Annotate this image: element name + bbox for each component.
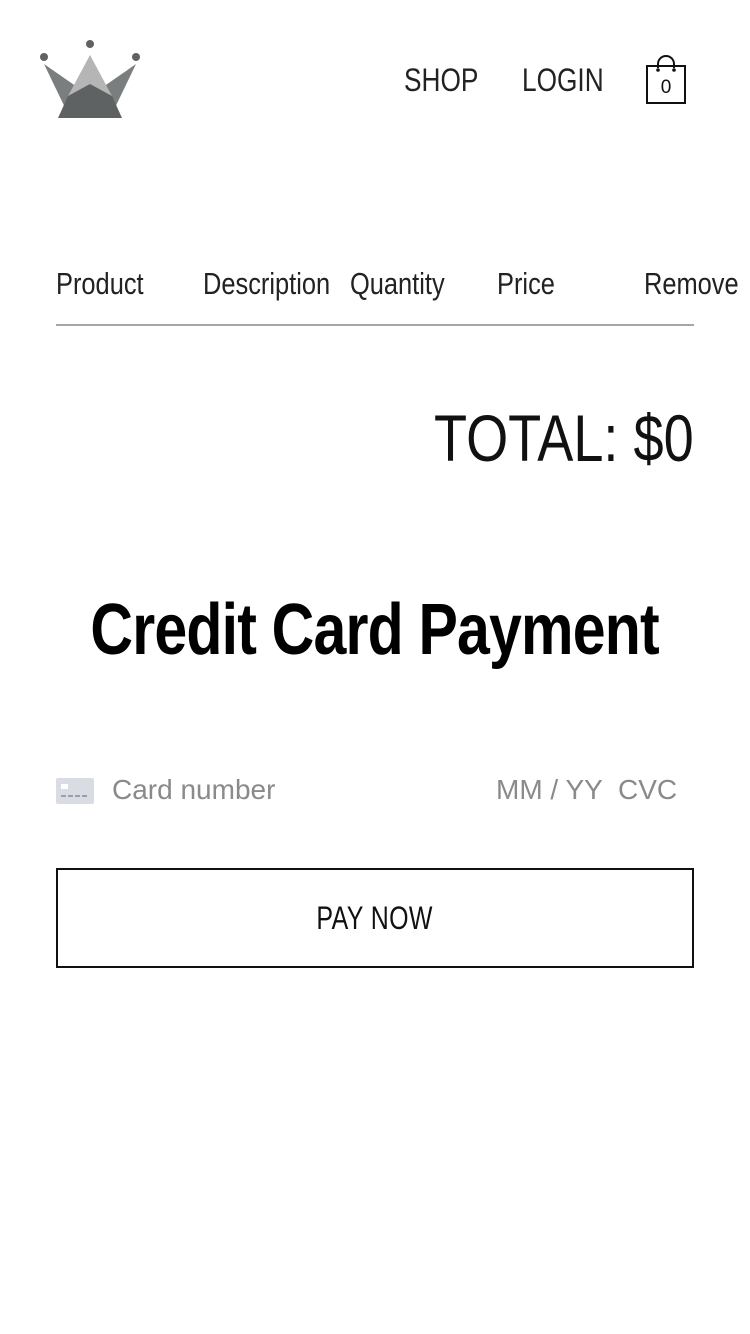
cart-button[interactable]: 0 bbox=[644, 54, 688, 106]
column-header-price: Price bbox=[497, 266, 555, 301]
nav-login-link[interactable]: LOGIN bbox=[522, 58, 604, 102]
cart-total: TOTAL: $0 bbox=[434, 401, 694, 475]
column-header-quantity: Quantity bbox=[350, 266, 445, 301]
card-cvc-input[interactable] bbox=[618, 770, 690, 810]
cart-table-header: Product Description Quantity Price Remov… bbox=[56, 258, 739, 326]
credit-card-icon bbox=[56, 778, 94, 804]
pay-now-button[interactable]: PAY NOW bbox=[56, 868, 694, 968]
cart-count-badge: 0 bbox=[660, 77, 672, 98]
card-number-input[interactable] bbox=[112, 770, 492, 810]
pay-now-label: PAY NOW bbox=[316, 899, 434, 936]
card-element[interactable] bbox=[56, 760, 694, 822]
column-header-description: Description bbox=[203, 266, 331, 301]
payment-title-text: Credit Card Payment bbox=[90, 590, 660, 670]
nav-shop-link[interactable]: SHOP bbox=[404, 58, 478, 102]
column-header-product: Product bbox=[56, 266, 144, 301]
column-header-remove: Remove bbox=[644, 266, 739, 301]
crown-logo-icon[interactable] bbox=[38, 38, 142, 122]
card-expiry-input[interactable] bbox=[496, 770, 610, 810]
payment-title: Credit Card Payment bbox=[0, 584, 750, 676]
